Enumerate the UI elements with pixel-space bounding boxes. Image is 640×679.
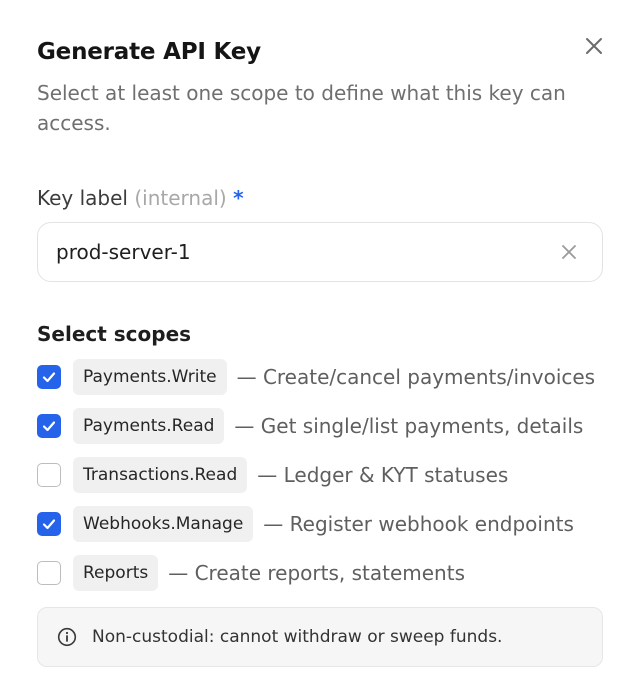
close-icon (586, 38, 602, 54)
scope-row-payments-read: Payments.Read — Get single/list payments… (37, 408, 603, 444)
scope-name-chip: Transactions.Read (73, 457, 248, 493)
scope-checkbox-reports[interactable] (37, 561, 61, 585)
scope-description-text: Get single/list payments, details (260, 414, 584, 438)
scope-checkbox-payments-write[interactable] (37, 365, 61, 389)
check-icon (42, 421, 56, 432)
key-label-input-wrapper (37, 222, 603, 282)
scope-checkbox-webhooks-manage[interactable] (37, 512, 61, 536)
scope-description: — Create/cancel payments/invoices (237, 365, 596, 389)
required-marker: * (233, 186, 244, 210)
scope-description-text: Create reports, statements (194, 561, 465, 585)
close-button[interactable] (582, 34, 606, 58)
dialog-title: Generate API Key (37, 39, 261, 65)
scope-separator: — (236, 365, 257, 389)
scope-description: — Get single/list payments, details (234, 414, 583, 438)
select-scopes-heading: Select scopes (37, 322, 192, 346)
check-icon (42, 519, 56, 530)
key-label-field-label: Key label (internal) * (37, 184, 603, 212)
non-custodial-notice: Non-custodial: cannot withdraw or sweep … (37, 607, 603, 667)
scope-name-chip: Reports (73, 555, 159, 591)
key-label-text: Key label (37, 186, 128, 210)
notice-text: Non-custodial: cannot withdraw or sweep … (92, 627, 503, 647)
key-label-hint: (internal) (134, 186, 227, 210)
clear-icon (562, 245, 576, 259)
dialog-subtitle: Select at least one scope to define what… (37, 81, 566, 135)
scopes-list: Payments.Write — Create/cancel payments/… (37, 359, 603, 591)
clear-input-button[interactable] (557, 240, 581, 264)
scope-row-payments-write: Payments.Write — Create/cancel payments/… (37, 359, 603, 395)
scope-description: — Register webhook endpoints (263, 512, 574, 536)
scope-row-transactions-read: Transactions.Read — Ledger & KYT statuse… (37, 457, 603, 493)
scope-row-reports: Reports — Create reports, statements (37, 555, 603, 591)
scope-checkbox-transactions-read[interactable] (37, 463, 61, 487)
info-icon (56, 626, 78, 648)
scope-description-text: Register webhook endpoints (289, 512, 574, 536)
key-label-input[interactable] (56, 240, 557, 264)
scope-name-chip: Payments.Write (73, 359, 227, 395)
scope-separator: — (234, 414, 255, 438)
scope-separator: — (168, 561, 189, 585)
scope-description-text: Create/cancel payments/invoices (262, 365, 596, 389)
scope-name-chip: Payments.Read (73, 408, 225, 444)
scope-separator: — (257, 463, 278, 487)
scope-description-text: Ledger & KYT statuses (283, 463, 509, 487)
scope-row-webhooks-manage: Webhooks.Manage — Register webhook endpo… (37, 506, 603, 542)
check-icon (42, 372, 56, 383)
scope-description: — Create reports, statements (168, 561, 465, 585)
scope-checkbox-payments-read[interactable] (37, 414, 61, 438)
scope-description: — Ledger & KYT statuses (257, 463, 508, 487)
scope-name-chip: Webhooks.Manage (73, 506, 254, 542)
scope-separator: — (263, 512, 284, 536)
generate-api-key-dialog: Generate API Key Select at least one sco… (0, 0, 640, 679)
